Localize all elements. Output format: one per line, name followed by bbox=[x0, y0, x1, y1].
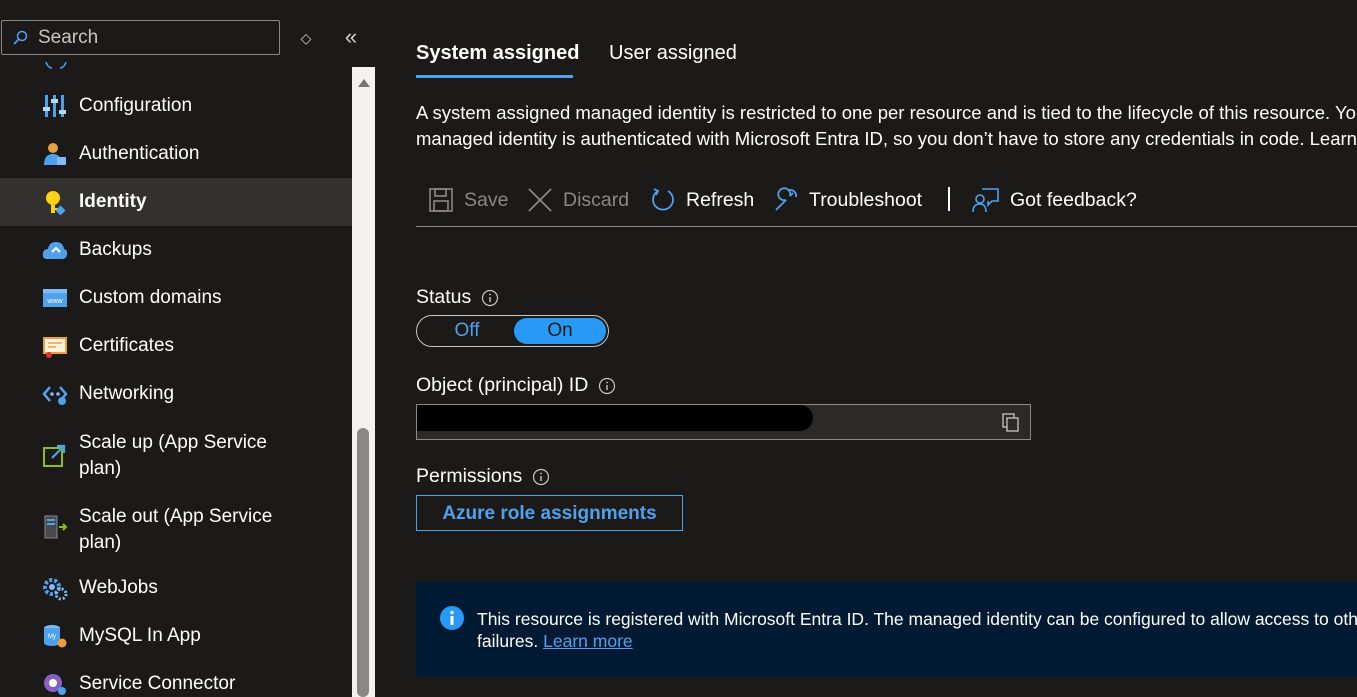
sidebar-item-identity[interactable]: Identity bbox=[0, 178, 352, 226]
scale-up-icon bbox=[43, 444, 66, 467]
info-filled-icon bbox=[440, 606, 464, 630]
feedback-label: Got feedback? bbox=[1010, 188, 1137, 211]
status-label-text: Status bbox=[416, 286, 472, 308]
object-id-field[interactable] bbox=[416, 404, 1031, 440]
sidebar-item-label: Networking bbox=[79, 383, 175, 404]
sidebar-item-label: Scale up (App Service plan) bbox=[79, 432, 267, 479]
status-off-option[interactable]: Off bbox=[419, 318, 515, 344]
sidebar-item-custom-domains[interactable]: www Custom domains bbox=[0, 274, 352, 322]
sidebar-item-label: Scale out (App Service plan) bbox=[79, 506, 273, 553]
scroll-up-arrow-icon[interactable] bbox=[358, 79, 370, 87]
search-input[interactable] bbox=[36, 25, 270, 50]
troubleshoot-label: Troubleshoot bbox=[809, 188, 923, 211]
wrench-icon bbox=[775, 187, 797, 211]
troubleshoot-button[interactable]: Troubleshoot bbox=[773, 181, 922, 219]
custom-domains-www-icon: www bbox=[43, 289, 67, 307]
configuration-icon bbox=[43, 95, 66, 117]
svg-text:My: My bbox=[48, 634, 56, 640]
sidebar-item-scale-up[interactable]: Scale up (App Service plan) bbox=[0, 418, 352, 492]
redacted-value bbox=[417, 405, 813, 431]
sidebar-item-label: WebJobs bbox=[79, 577, 158, 598]
info-icon[interactable] bbox=[481, 289, 499, 307]
status-label: Status bbox=[416, 286, 499, 309]
status-toggle[interactable]: Off On bbox=[416, 315, 609, 347]
info-banner: This resource is registered with Microso… bbox=[416, 582, 1357, 677]
sidebar-item-configuration[interactable]: Configuration bbox=[0, 82, 352, 130]
save-button[interactable]: Save bbox=[428, 181, 508, 219]
sidebar-scrollbar[interactable] bbox=[352, 67, 375, 697]
info-icon[interactable] bbox=[598, 377, 616, 395]
tab-user-assigned[interactable]: User assigned bbox=[609, 42, 737, 65]
sidebar-item-authentication[interactable]: Authentication bbox=[0, 130, 352, 178]
sidebar-item-label: Authentication bbox=[79, 143, 200, 164]
networking-icon bbox=[42, 386, 68, 405]
resource-menu-sidebar: ◇ « Configuration Authentication bbox=[0, 0, 375, 697]
info-icon[interactable] bbox=[532, 468, 550, 486]
mysql-icon: My bbox=[44, 625, 67, 648]
collapse-sidebar-icon[interactable]: « bbox=[340, 26, 362, 49]
banner-line-2-text: failures. bbox=[477, 631, 539, 651]
identity-content: System assigned User assigned A system a… bbox=[375, 0, 1357, 697]
certificate-icon bbox=[43, 337, 67, 358]
sidebar-item-backups[interactable]: Backups bbox=[0, 226, 352, 274]
sidebar-item-label: Certificates bbox=[79, 335, 175, 356]
scale-out-icon bbox=[44, 515, 68, 539]
permissions-label: Permissions bbox=[416, 465, 550, 488]
learn-more-link[interactable]: Learn more bbox=[543, 631, 633, 651]
active-tab-indicator bbox=[416, 75, 573, 78]
sidebar-item-label: Identity bbox=[79, 191, 147, 212]
sidebar-item-webjobs[interactable]: WebJobs bbox=[0, 564, 352, 612]
sidebar-item-label: MySQL In App bbox=[79, 625, 201, 646]
sidebar-item-service-connector[interactable]: Service Connector bbox=[0, 660, 352, 697]
object-id-label: Object (principal) ID bbox=[416, 374, 616, 397]
copy-icon[interactable] bbox=[1002, 413, 1020, 433]
discard-button[interactable]: Discard bbox=[527, 181, 629, 219]
refresh-label: Refresh bbox=[686, 188, 755, 211]
sidebar-item-label: Backups bbox=[79, 239, 152, 260]
sort-icon[interactable]: ◇ bbox=[296, 28, 316, 48]
backups-cloud-icon bbox=[42, 242, 68, 259]
feedback-button[interactable]: Got feedback? bbox=[972, 181, 1137, 219]
sidebar-item-certificates[interactable]: Certificates bbox=[0, 322, 352, 370]
tab-system-assigned[interactable]: System assigned bbox=[416, 42, 579, 65]
banner-line-1: This resource is registered with Microso… bbox=[477, 609, 1357, 629]
save-label: Save bbox=[464, 188, 509, 211]
service-connector-icon bbox=[44, 674, 66, 695]
webjobs-gear-icon bbox=[43, 578, 68, 601]
description-line-1: A system assigned managed identity is re… bbox=[416, 102, 1357, 123]
search-box[interactable] bbox=[1, 20, 280, 55]
sidebar-item-mysql-in-app[interactable]: My MySQL In App bbox=[0, 612, 352, 660]
identity-description: A system assigned managed identity is re… bbox=[416, 100, 1357, 152]
scrollbar-thumb[interactable] bbox=[357, 428, 369, 697]
object-id-label-text: Object (principal) ID bbox=[416, 374, 589, 396]
command-bar: Save Discard Refresh Troubleshoot Got fe… bbox=[416, 181, 1357, 219]
description-line-2: managed identity is authenticated with M… bbox=[416, 128, 1357, 149]
feedback-icon bbox=[972, 188, 999, 213]
save-icon bbox=[429, 188, 453, 212]
sidebar-item-label: Service Connector bbox=[79, 673, 236, 694]
svg-text:www: www bbox=[46, 298, 63, 305]
toolbar-divider bbox=[416, 226, 1357, 227]
permissions-label-text: Permissions bbox=[416, 465, 523, 487]
authentication-icon bbox=[44, 143, 66, 165]
refresh-button[interactable]: Refresh bbox=[650, 181, 754, 219]
sidebar-item-label: Configuration bbox=[79, 95, 193, 116]
sidebar-item-networking[interactable]: Networking bbox=[0, 370, 352, 418]
discard-icon bbox=[528, 188, 552, 212]
search-icon bbox=[13, 30, 28, 45]
discard-label: Discard bbox=[563, 188, 630, 211]
sidebar-item-scale-out[interactable]: Scale out (App Service plan) bbox=[0, 492, 352, 566]
sidebar-item-label: Custom domains bbox=[79, 287, 222, 308]
azure-role-assignments-button[interactable]: Azure role assignments bbox=[416, 495, 683, 531]
partial-item-icon bbox=[45, 62, 67, 69]
refresh-icon bbox=[652, 188, 674, 211]
sidebar-nav: Configuration Authentication Identity Ba… bbox=[0, 62, 352, 697]
banner-line-2: failures. Learn more bbox=[477, 630, 1357, 652]
toolbar-separator bbox=[948, 187, 950, 211]
status-on-option[interactable]: On bbox=[514, 318, 606, 344]
identity-key-icon bbox=[46, 191, 66, 215]
banner-text: This resource is registered with Microso… bbox=[477, 608, 1357, 652]
